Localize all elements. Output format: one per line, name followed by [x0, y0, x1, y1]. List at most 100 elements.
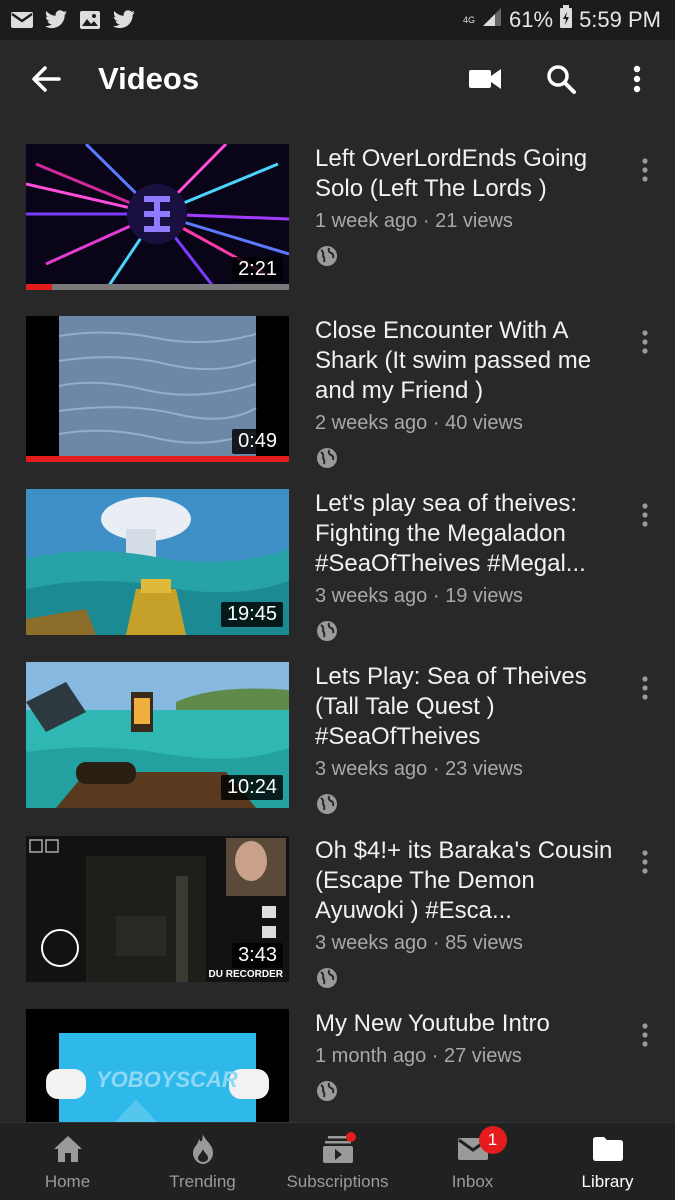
- upload-age: 1 month ago: [315, 1045, 427, 1067]
- video-title[interactable]: My New Youtube Intro: [315, 1009, 615, 1039]
- video-title[interactable]: Close Encounter With A Shark (It swim pa…: [315, 316, 615, 406]
- overflow-menu-button[interactable]: [607, 49, 667, 109]
- more-vert-icon: [642, 503, 648, 527]
- video-thumbnail[interactable]: 2:21: [26, 144, 289, 290]
- video-item[interactable]: 10:24 Lets Play: Sea of Theives (Tall Ta…: [0, 662, 675, 836]
- twitter-icon: [112, 10, 136, 30]
- video-thumbnail[interactable]: 10:24: [26, 662, 289, 808]
- video-thumbnail[interactable]: 0:49: [26, 316, 289, 462]
- video-options-button[interactable]: [631, 842, 659, 882]
- image-icon: [78, 10, 102, 30]
- video-options-button[interactable]: [631, 668, 659, 708]
- notification-icons: [10, 10, 136, 30]
- upload-age: 3 weeks ago: [315, 585, 428, 607]
- video-stats: 1 week ago · 21 views: [315, 210, 513, 232]
- video-meta: My New Youtube Intro 1 month ago · 27 vi…: [315, 1009, 615, 1103]
- video-duration: 2:21: [232, 257, 283, 282]
- nav-label: Trending: [169, 1171, 236, 1191]
- video-stats: 2 weeks ago · 40 views: [315, 412, 523, 434]
- video-stats: 1 month ago · 27 views: [315, 1045, 522, 1067]
- upload-video-button[interactable]: [455, 49, 515, 109]
- nav-home[interactable]: Home: [0, 1123, 135, 1200]
- nav-trending[interactable]: Trending: [135, 1123, 270, 1200]
- watch-progress: [26, 456, 289, 462]
- intro-text: YOBOYSCAR: [96, 1067, 238, 1092]
- watch-progress: [26, 284, 289, 290]
- back-button[interactable]: [14, 47, 78, 111]
- status-bar: 4G 61% 5:59 PM: [0, 0, 675, 40]
- video-options-button[interactable]: [631, 495, 659, 535]
- video-item[interactable]: 2:21 Left OverLordEnds Going Solo (Left …: [0, 144, 675, 318]
- video-thumbnail[interactable]: 19:45: [26, 489, 289, 635]
- recorder-watermark: DU RECORDER: [208, 969, 283, 980]
- video-list: 2:21 Left OverLordEnds Going Solo (Left …: [0, 118, 675, 1122]
- video-item[interactable]: 3:43 DU RECORDER Oh $4!+ its Baraka's Co…: [0, 836, 675, 1010]
- public-globe-icon: [315, 446, 339, 470]
- bottom-navigation: Home Trending Subscriptions 1 Inbox Libr…: [0, 1122, 675, 1200]
- new-content-dot: [345, 1131, 356, 1142]
- more-vert-icon: [642, 330, 648, 354]
- nav-label: Subscriptions: [286, 1171, 389, 1191]
- nav-library[interactable]: Library: [540, 1123, 675, 1200]
- more-vert-icon: [642, 676, 648, 700]
- more-vert-icon: [642, 158, 648, 182]
- video-thumbnail[interactable]: 3:43 DU RECORDER: [26, 836, 289, 982]
- public-globe-icon: [315, 1079, 339, 1103]
- view-count: 19 views: [445, 585, 523, 607]
- nav-inbox[interactable]: 1 Inbox: [405, 1123, 540, 1200]
- video-options-button[interactable]: [631, 1015, 659, 1055]
- subscriptions-icon: [318, 1131, 358, 1166]
- video-duration: 10:24: [220, 775, 283, 800]
- public-globe-icon: [315, 619, 339, 643]
- view-count: 21 views: [435, 210, 513, 232]
- signal-icon: [481, 7, 503, 33]
- clock: 5:59 PM: [579, 7, 661, 32]
- arrow-back-icon: [32, 66, 61, 92]
- video-meta: Let's play sea of theives: Fighting the …: [315, 489, 615, 643]
- video-duration: 19:45: [220, 602, 283, 627]
- upload-age: 3 weeks ago: [315, 932, 428, 954]
- inbox-icon: 1: [453, 1125, 507, 1166]
- video-meta: Oh $4!+ its Baraka's Cousin (Escape The …: [315, 836, 615, 990]
- watch-progress-fill: [26, 284, 53, 290]
- video-camera-icon: [469, 69, 501, 89]
- public-globe-icon: [315, 244, 339, 268]
- view-count: 40 views: [445, 412, 523, 434]
- video-meta: Close Encounter With A Shark (It swim pa…: [315, 316, 615, 470]
- public-globe-icon: [315, 966, 339, 990]
- video-item[interactable]: YOBOYSCAR My New Youtube Intro 1 month a…: [0, 1009, 675, 1122]
- video-title[interactable]: Let's play sea of theives: Fighting the …: [315, 489, 615, 579]
- view-count: 23 views: [445, 758, 523, 780]
- more-vert-icon: [642, 1023, 648, 1047]
- mail-icon: [10, 10, 34, 30]
- video-item[interactable]: 0:49 Close Encounter With A Shark (It sw…: [0, 316, 675, 490]
- video-item[interactable]: 19:45 Let's play sea of theives: Fightin…: [0, 489, 675, 663]
- nav-label: Home: [44, 1171, 91, 1191]
- video-meta: Lets Play: Sea of Theives (Tall Tale Que…: [315, 662, 615, 816]
- watch-progress-fill: [26, 456, 289, 462]
- video-options-button[interactable]: [631, 150, 659, 190]
- flame-icon: [183, 1132, 223, 1166]
- upload-age: 1 week ago: [315, 210, 418, 232]
- search-icon: [547, 65, 576, 94]
- inbox-badge: 1: [478, 1125, 507, 1154]
- search-button[interactable]: [531, 49, 591, 109]
- video-thumbnail[interactable]: YOBOYSCAR: [26, 1009, 289, 1122]
- public-globe-icon: [315, 792, 339, 816]
- upload-age: 3 weeks ago: [315, 758, 428, 780]
- home-icon: [48, 1132, 88, 1166]
- system-status: 4G 61% 5:59 PM: [463, 5, 661, 35]
- nav-subscriptions[interactable]: Subscriptions: [270, 1123, 405, 1200]
- video-title[interactable]: Lets Play: Sea of Theives (Tall Tale Que…: [315, 662, 615, 752]
- video-duration: 3:43: [232, 943, 283, 968]
- video-options-button[interactable]: [631, 322, 659, 362]
- library-icon: [588, 1132, 628, 1166]
- video-stats: 3 weeks ago · 19 views: [315, 585, 523, 607]
- video-title[interactable]: Oh $4!+ its Baraka's Cousin (Escape The …: [315, 836, 615, 926]
- video-duration: 0:49: [232, 429, 283, 454]
- video-meta: Left OverLordEnds Going Solo (Left The L…: [315, 144, 615, 268]
- twitter-icon: [44, 10, 68, 30]
- more-vert-icon: [642, 850, 648, 874]
- view-count: 85 views: [445, 932, 523, 954]
- video-title[interactable]: Left OverLordEnds Going Solo (Left The L…: [315, 144, 615, 204]
